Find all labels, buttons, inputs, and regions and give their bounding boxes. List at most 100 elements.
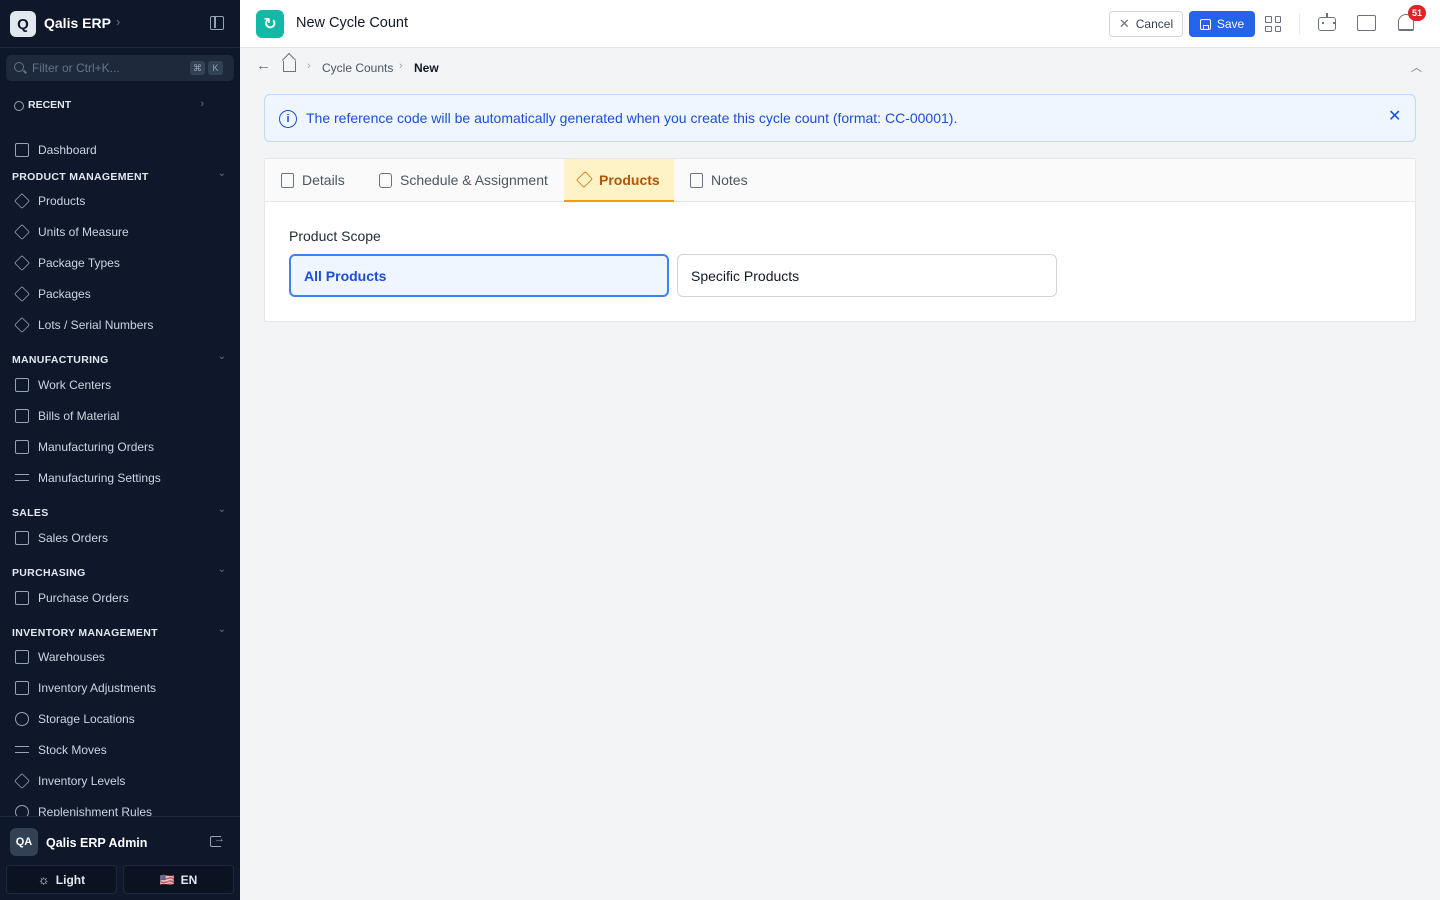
tab-bar: Details Schedule & Assignment Products N…	[265, 159, 1415, 202]
tab-notes[interactable]: Notes	[676, 159, 762, 201]
brand-logo[interactable]: Q	[10, 11, 36, 37]
scope-option-all-products[interactable]: All Products	[289, 254, 669, 297]
sidebar-item-manufacturing-orders[interactable]: Manufacturing Orders	[6, 434, 234, 460]
section-sales[interactable]: SALES ⌄	[12, 504, 228, 520]
sidebar-item-label: Bills of Material	[38, 409, 120, 423]
user-profile[interactable]: QA Qalis ERP Admin	[0, 816, 240, 864]
k-key-badge: K	[208, 61, 223, 75]
alert-message: The reference code will be automatically…	[306, 110, 958, 126]
chevron-down-icon: ⌄	[217, 351, 226, 362]
sidebar-item-package-types[interactable]: Package Types	[6, 250, 234, 276]
chevron-right-icon: ›	[399, 60, 403, 72]
sidebar-item-dashboard[interactable]: Dashboard	[6, 137, 234, 163]
logout-icon[interactable]	[210, 833, 225, 847]
search-icon	[14, 62, 24, 72]
chevron-right-icon[interactable]: ›	[116, 14, 120, 29]
sidebar-item-label: Products	[38, 194, 86, 208]
section-product-management[interactable]: PRODUCT MANAGEMENT ⌄	[12, 168, 228, 184]
document-icon	[15, 531, 29, 545]
save-icon	[1199, 18, 1211, 30]
sidebar-item-inventory-levels[interactable]: Inventory Levels	[6, 768, 234, 794]
divider	[1299, 14, 1300, 34]
sidebar-item-label: Storage Locations	[38, 712, 135, 726]
close-icon[interactable]: ✕	[1388, 106, 1401, 126]
chevron-down-icon: ⌄	[217, 624, 226, 635]
section-purchasing[interactable]: PURCHASING ⌄	[12, 564, 228, 580]
user-name: Qalis ERP Admin	[46, 836, 148, 850]
warehouse-icon	[15, 650, 29, 664]
sidebar-item-label: Inventory Adjustments	[38, 681, 157, 695]
sidebar-item-label: Dashboard	[38, 143, 97, 157]
tab-schedule-assignment[interactable]: Schedule & Assignment	[365, 159, 562, 201]
save-label: Save	[1216, 17, 1245, 31]
tab-label: Products	[599, 171, 660, 188]
recent-toggle[interactable]: RECENT ›	[6, 93, 234, 119]
arrows-left-right-icon	[15, 743, 29, 757]
document-icon	[281, 172, 294, 188]
chevron-down-icon: ⌄	[217, 564, 226, 575]
breadcrumb: ← › Cycle Counts › New ︿	[240, 49, 1440, 87]
brand-name[interactable]: Qalis ERP	[44, 15, 111, 31]
page-title: New Cycle Count	[296, 15, 409, 31]
apps-grid-icon[interactable]	[1265, 16, 1281, 32]
sidebar-item-manufacturing-settings[interactable]: Manufacturing Settings	[6, 465, 234, 491]
language-label: EN	[180, 872, 198, 887]
sidebar-item-storage-locations[interactable]: Storage Locations	[6, 706, 234, 732]
tab-products[interactable]: Products	[564, 159, 674, 202]
tab-details[interactable]: Details	[267, 159, 359, 201]
sidebar-item-label: Package Types	[38, 256, 120, 270]
sidebar-item-label: Stock Moves	[38, 743, 107, 757]
language-button[interactable]: 🇺🇸 EN	[123, 865, 234, 894]
form-card: Details Schedule & Assignment Products N…	[264, 158, 1416, 322]
save-button[interactable]: Save	[1189, 11, 1255, 37]
tab-label: Notes	[711, 172, 748, 188]
network-icon	[15, 409, 29, 423]
scope-option-specific-products[interactable]: Specific Products	[677, 254, 1057, 297]
section-title: INVENTORY MANAGEMENT	[12, 627, 158, 639]
sidebar-item-label: Units of Measure	[38, 225, 129, 239]
section-manufacturing[interactable]: MANUFACTURING ⌄	[12, 351, 228, 367]
home-icon[interactable]	[283, 61, 296, 72]
section-title: MANUFACTURING	[12, 354, 109, 366]
sidebar-item-inventory-adjustments[interactable]: Inventory Adjustments	[6, 675, 234, 701]
sidebar-item-purchase-orders[interactable]: Purchase Orders	[6, 585, 234, 611]
factory-icon	[15, 378, 29, 392]
sidebar-item-lots-serial-numbers[interactable]: Lots / Serial Numbers	[6, 312, 234, 338]
section-inventory-management[interactable]: INVENTORY MANAGEMENT ⌄	[12, 624, 228, 640]
chevron-down-icon: ⌄	[217, 504, 226, 515]
cancel-button[interactable]: ✕ Cancel	[1109, 11, 1183, 37]
bot-icon[interactable]	[1318, 13, 1336, 31]
chat-icon[interactable]	[1357, 15, 1376, 31]
sidebar-item-label: Inventory Levels	[38, 774, 126, 788]
clock-icon	[14, 101, 24, 111]
note-icon	[690, 172, 703, 188]
factory-icon	[15, 440, 29, 454]
sidebar-item-label: Sales Orders	[38, 531, 109, 545]
info-alert: i The reference code will be automatical…	[264, 94, 1416, 142]
sidebar-item-work-centers[interactable]: Work Centers	[6, 372, 234, 398]
sidebar-collapse-icon[interactable]	[210, 16, 224, 30]
sidebar-item-warehouses[interactable]: Warehouses	[6, 644, 234, 670]
search-input[interactable]	[32, 59, 182, 77]
sidebar-item-bills-of-material[interactable]: Bills of Material	[6, 403, 234, 429]
chevron-up-icon[interactable]: ︿	[1411, 59, 1422, 75]
sidebar-item-sales-orders[interactable]: Sales Orders	[6, 525, 234, 551]
sidebar-item-label: Manufacturing Settings	[38, 471, 161, 485]
sidebar-item-label: Lots / Serial Numbers	[38, 318, 154, 332]
tab-label: Schedule & Assignment	[400, 172, 548, 188]
avatar: QA	[10, 828, 38, 856]
sidebar-item-products[interactable]: Products	[6, 188, 234, 214]
package-icon	[14, 193, 30, 209]
sidebar-item-stock-moves[interactable]: Stock Moves	[6, 737, 234, 763]
back-arrow-icon[interactable]: ←	[256, 57, 271, 74]
ruler-icon	[14, 224, 30, 240]
tag-icon	[14, 317, 30, 333]
sidebar-item-units-of-measure[interactable]: Units of Measure	[6, 219, 234, 245]
cart-icon	[15, 591, 29, 605]
dashboard-icon	[15, 143, 29, 157]
chevron-down-icon: ⌄	[217, 168, 226, 179]
theme-toggle-button[interactable]: ☼ Light	[6, 865, 117, 894]
package-icon	[14, 286, 30, 302]
breadcrumb-cycle-counts[interactable]: Cycle Counts	[322, 61, 393, 75]
sidebar-item-packages[interactable]: Packages	[6, 281, 234, 307]
